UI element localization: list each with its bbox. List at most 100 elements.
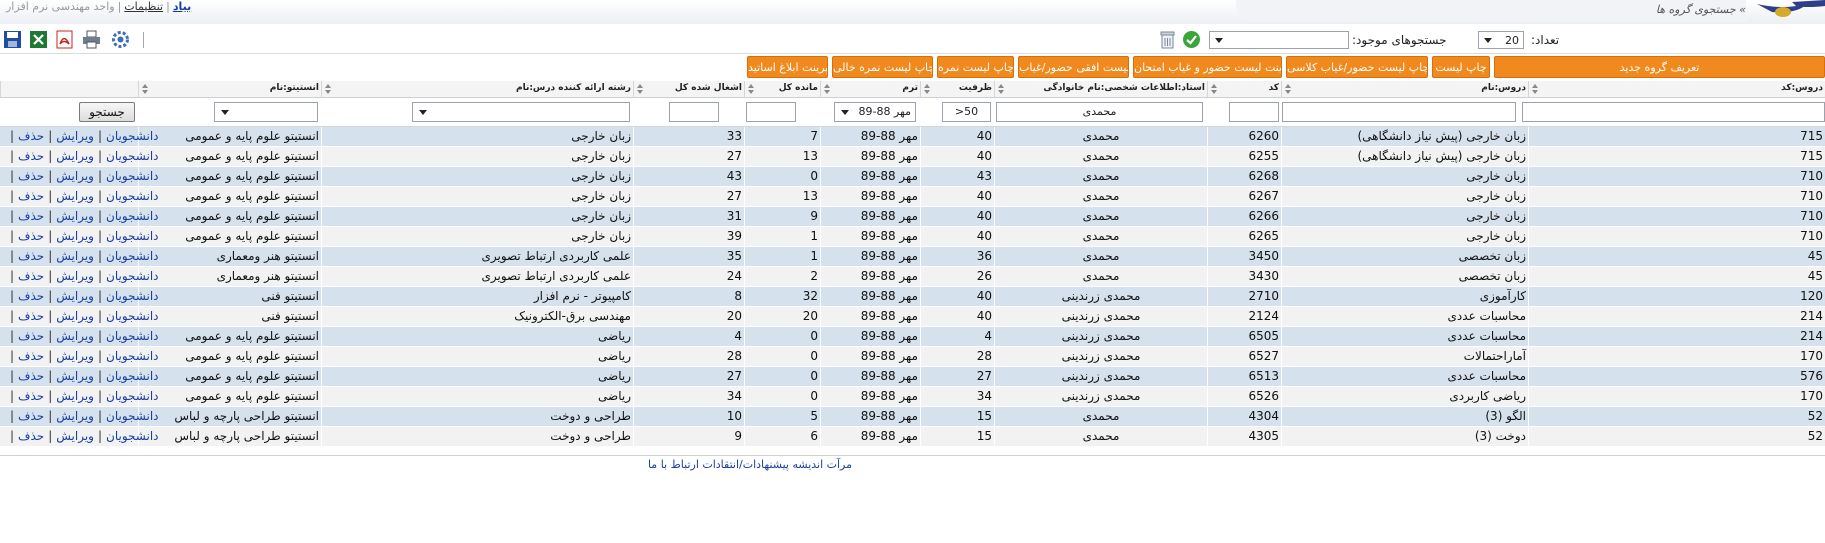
students-link[interactable]: دانشجویان	[106, 289, 158, 303]
column-header-course-name[interactable]: دروس:نام	[1281, 81, 1528, 98]
print-teacher-notice-button[interactable]: پرینت ابلاغ اساتید	[747, 56, 828, 78]
students-link[interactable]: دانشجویان	[106, 349, 158, 363]
delete-link[interactable]: حذف	[18, 369, 44, 383]
students-link[interactable]: دانشجویان	[106, 329, 158, 343]
edit-link[interactable]: ویرایش	[56, 429, 94, 443]
sort-icon[interactable]	[325, 84, 332, 94]
capacity-filter-input[interactable]: 50<	[942, 102, 991, 122]
edit-link[interactable]: ویرایش	[56, 189, 94, 203]
teacher-filter-input[interactable]: محمدی	[996, 102, 1203, 122]
students-link[interactable]: دانشجویان	[106, 169, 158, 183]
column-header-course-code[interactable]: دروس:کد	[1528, 81, 1825, 98]
field-filter-select[interactable]	[412, 102, 630, 122]
search-button[interactable]: جستجو	[79, 102, 135, 122]
students-link[interactable]: دانشجویان	[106, 429, 158, 443]
delete-link[interactable]: حذف	[18, 149, 44, 163]
column-header-teacher[interactable]: استاد:اطلاعات شخصی:نام خانوادگی	[994, 81, 1207, 98]
students-link[interactable]: دانشجویان	[106, 409, 158, 423]
delete-link[interactable]: حذف	[18, 249, 44, 263]
students-link[interactable]: دانشجویان	[106, 149, 158, 163]
edit-link[interactable]: ویرایش	[56, 389, 94, 403]
students-link[interactable]: دانشجویان	[106, 249, 158, 263]
column-header-code[interactable]: کد	[1207, 81, 1281, 98]
sort-icon[interactable]	[998, 84, 1005, 94]
students-link[interactable]: دانشجویان	[106, 269, 158, 283]
course-code-filter-input[interactable]	[1522, 102, 1825, 122]
footer-links[interactable]: مرآت اندیشه پیشنهادات/انتقادات ارتباط با…	[0, 458, 1500, 471]
horizontal-attendance-button[interactable]: لیست افقی حضور/غیاب	[1018, 56, 1129, 78]
edit-link[interactable]: ویرایش	[56, 409, 94, 423]
edit-link[interactable]: ویرایش	[56, 149, 94, 163]
column-header-term[interactable]: ترم	[820, 81, 920, 98]
delete-link[interactable]: حذف	[18, 389, 44, 403]
save-icon[interactable]	[3, 30, 22, 49]
sort-icon[interactable]	[824, 84, 831, 94]
edit-link[interactable]: ویرایش	[56, 329, 94, 343]
edit-link[interactable]: ویرایش	[56, 369, 94, 383]
footer-link[interactable]: مرآت اندیشه پیشنهادات/انتقادات ارتباط با…	[648, 458, 852, 471]
sort-icon[interactable]	[1285, 84, 1292, 94]
column-header-field[interactable]: رشته ارائه کننده درس:نام	[321, 81, 633, 98]
delete-link[interactable]: حذف	[18, 129, 44, 143]
institute-filter-select[interactable]	[214, 102, 318, 122]
settings-icon[interactable]	[111, 30, 130, 49]
edit-link[interactable]: ویرایش	[56, 169, 94, 183]
column-header-enrolled[interactable]: اشغال شده کل	[633, 81, 744, 98]
sort-icon[interactable]	[748, 84, 755, 94]
students-link[interactable]: دانشجویان	[106, 229, 158, 243]
pdf-icon[interactable]	[55, 30, 74, 49]
column-header-institute[interactable]: انستیتو:نام	[138, 81, 321, 98]
print-empty-grade-list-button[interactable]: چاپ لیست نمره خالی	[832, 56, 933, 78]
delete-link[interactable]: حذف	[18, 269, 44, 283]
delete-link[interactable]: حذف	[18, 409, 44, 423]
delete-link[interactable]: حذف	[18, 309, 44, 323]
delete-link[interactable]: حذف	[18, 229, 44, 243]
students-link[interactable]: دانشجویان	[106, 129, 158, 143]
students-link[interactable]: دانشجویان	[106, 209, 158, 223]
sort-icon[interactable]	[637, 84, 644, 94]
edit-link[interactable]: ویرایش	[56, 249, 94, 263]
saved-searches-select[interactable]	[1209, 31, 1349, 49]
print-exam-attendance-button[interactable]: پرینت لیست حضور و غیاب امتحان	[1133, 56, 1282, 78]
students-link[interactable]: دانشجویان	[106, 389, 158, 403]
students-link[interactable]: دانشجویان	[106, 189, 158, 203]
edit-link[interactable]: ویرایش	[56, 209, 94, 223]
edit-link[interactable]: ویرایش	[56, 229, 94, 243]
sort-icon[interactable]	[1532, 84, 1539, 94]
edit-link[interactable]: ویرایش	[56, 269, 94, 283]
column-header-remaining[interactable]: مانده کل	[744, 81, 820, 98]
term-filter-select[interactable]: مهر 88-89	[834, 102, 916, 122]
count-select[interactable]: 20	[1478, 31, 1524, 49]
print-icon[interactable]	[82, 30, 101, 49]
delete-link[interactable]: حذف	[18, 289, 44, 303]
code-filter-input[interactable]	[1229, 102, 1279, 122]
print-grade-list-button[interactable]: چاپ لیست نمره	[937, 56, 1014, 78]
delete-link[interactable]: حذف	[18, 349, 44, 363]
delete-link[interactable]: حذف	[18, 209, 44, 223]
edit-link[interactable]: ویرایش	[56, 129, 94, 143]
sort-icon[interactable]	[924, 84, 931, 94]
delete-link[interactable]: حذف	[18, 429, 44, 443]
delete-link[interactable]: حذف	[18, 189, 44, 203]
enrolled-filter-input[interactable]	[669, 102, 719, 122]
confirm-icon[interactable]	[1182, 30, 1201, 49]
edit-link[interactable]: ویرایش	[56, 309, 94, 323]
remaining-filter-input[interactable]	[746, 102, 796, 122]
edit-link[interactable]: ویرایش	[56, 349, 94, 363]
edit-link[interactable]: ویرایش	[56, 289, 94, 303]
print-list-button[interactable]: چاپ لیست	[1432, 56, 1490, 78]
students-link[interactable]: دانشجویان	[106, 309, 158, 323]
delete-link[interactable]: حذف	[18, 169, 44, 183]
trash-icon[interactable]	[1158, 30, 1177, 49]
column-header-capacity[interactable]: ظرفیت	[920, 81, 994, 98]
print-class-attendance-button[interactable]: چاپ لیست حضور/غیاب کلاسی	[1286, 56, 1428, 78]
settings-link[interactable]: تنظیمات	[124, 0, 163, 13]
new-group-button[interactable]: تعریف گروه جدید	[1494, 56, 1825, 78]
top-link-exit[interactable]: بیاد	[173, 0, 191, 13]
delete-link[interactable]: حذف	[18, 329, 44, 343]
sort-icon[interactable]	[1211, 84, 1218, 94]
course-name-filter-input[interactable]	[1282, 102, 1516, 122]
excel-icon[interactable]	[29, 30, 48, 49]
students-link[interactable]: دانشجویان	[106, 369, 158, 383]
sort-icon[interactable]	[142, 84, 149, 94]
